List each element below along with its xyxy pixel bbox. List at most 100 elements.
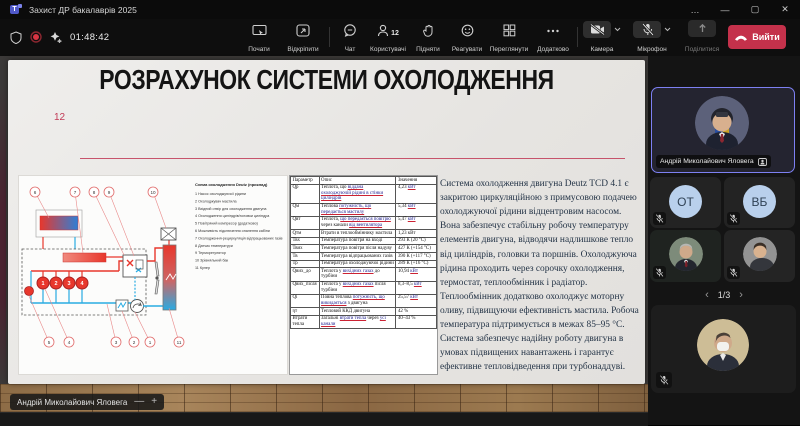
window-close-button[interactable]: ✕ xyxy=(770,0,800,19)
svg-text:8 Датчик температури: 8 Датчик температури xyxy=(195,244,233,248)
hangup-icon xyxy=(734,33,748,41)
participants-button[interactable]: 12 Користувачі xyxy=(366,22,410,53)
participant-tile[interactable]: ВБ xyxy=(724,177,795,228)
avatar xyxy=(743,237,777,271)
raise-hand-button[interactable]: Підняти xyxy=(410,22,446,53)
stage-bottom-strip xyxy=(0,412,648,426)
svg-text:10 Зрівняльний бак: 10 Зрівняльний бак xyxy=(195,259,229,263)
mic-muted-icon xyxy=(727,212,740,225)
svg-text:10: 10 xyxy=(150,190,156,195)
more-button[interactable]: Додатково xyxy=(532,22,574,53)
svg-text:6 Можливість підключення опал: 6 Можливість підключення опалення кабіни xyxy=(195,229,270,233)
svg-text:9 Терморегулятор: 9 Терморегулятор xyxy=(195,251,226,255)
toolbar-divider xyxy=(577,27,578,47)
tiles-pagination: ‹ 1/3 › xyxy=(648,287,800,302)
pagination-label: 1/3 xyxy=(718,290,731,300)
svg-text:2: 2 xyxy=(133,340,136,345)
avatar xyxy=(669,237,703,271)
camera-button[interactable]: Камера xyxy=(580,22,624,53)
participant-name-tag: Андрій Миколайович Яловега xyxy=(656,155,771,168)
react-button[interactable]: Реагувати xyxy=(446,22,488,53)
participant-tile-active[interactable]: Андрій Миколайович Яловега xyxy=(651,87,795,173)
svg-text:2 Охолоджувач мастила: 2 Охолоджувач мастила xyxy=(195,199,238,203)
slide-table: ПараметрОписЗначенняQрТеплота, що віддан… xyxy=(289,175,438,375)
svg-text:11 Кулер: 11 Кулер xyxy=(195,266,210,270)
svg-text:3: 3 xyxy=(67,281,70,287)
svg-text:1 Насос охолоджуючої рідини: 1 Насос охолоджуючої рідини xyxy=(195,192,246,196)
zoom-out-button[interactable]: — xyxy=(134,397,144,407)
svg-text:7 Охолодження-рециркуляція ві: 7 Охолодження-рециркуляція відпрацьовани… xyxy=(195,236,282,240)
svg-text:6: 6 xyxy=(34,190,37,195)
mic-off-icon xyxy=(633,21,661,38)
participant-tile[interactable]: ОТ xyxy=(650,177,721,228)
chevron-down-icon[interactable] xyxy=(664,27,671,32)
participant-tile-large[interactable] xyxy=(651,305,796,393)
present-screen-icon xyxy=(252,22,267,37)
unpin-icon xyxy=(296,22,310,37)
mic-muted-icon xyxy=(727,266,740,279)
cooling-diagram: 1234 xyxy=(18,175,288,375)
mic-muted-icon xyxy=(653,266,666,279)
svg-text:2: 2 xyxy=(54,281,57,287)
slide-body-text: Система охолодження двигуна Deutz TCD 4.… xyxy=(440,177,641,375)
chat-icon xyxy=(343,22,357,37)
chat-button[interactable]: Чат xyxy=(334,22,366,53)
svg-text:3: 3 xyxy=(115,340,118,345)
mic-muted-icon xyxy=(653,212,666,225)
camera-off-icon xyxy=(583,21,611,38)
avatar-initials: ОТ xyxy=(669,185,702,218)
avatar-initials: ВБ xyxy=(743,185,776,218)
slide-number: 12 xyxy=(54,112,65,123)
teams-logo-icon: T xyxy=(10,4,21,15)
mic-muted-icon xyxy=(656,372,672,388)
start-present-button[interactable]: Почати xyxy=(238,22,280,53)
shared-screen-stage: РОЗРАХУНОК СИСТЕМИ ОХОЛОДЖЕННЯ 12 xyxy=(0,56,648,425)
svg-text:7: 7 xyxy=(74,190,77,195)
svg-text:1: 1 xyxy=(149,340,152,345)
svg-text:3 Вхідний отвір для охолоджен: 3 Вхідний отвір для охолодження двигуна xyxy=(195,207,267,211)
pagination-next-button[interactable]: › xyxy=(739,289,743,301)
toolbar-divider xyxy=(329,27,330,47)
pagination-prev-button[interactable]: ‹ xyxy=(705,289,709,301)
smiley-icon xyxy=(461,22,474,37)
presentation-slide: РОЗРАХУНОК СИСТЕМИ ОХОЛОДЖЕННЯ 12 xyxy=(8,60,645,384)
shield-icon xyxy=(10,31,22,44)
share-button[interactable]: Поділитися xyxy=(682,22,722,53)
meeting-toolbar: 01:48:42 Почати Відкріпити Чат 12 Корист… xyxy=(0,19,800,57)
share-icon xyxy=(688,20,716,37)
unpin-button[interactable]: Відкріпити xyxy=(280,22,326,53)
participant-tile[interactable] xyxy=(650,230,721,282)
svg-text:8: 8 xyxy=(93,190,96,195)
svg-text:5 Повітряний компресор (додат: 5 Повітряний компресор (додатково) xyxy=(195,222,258,226)
chevron-down-icon[interactable] xyxy=(614,27,621,32)
sparkle-icon[interactable] xyxy=(50,31,62,43)
window-maximize-button[interactable]: ▢ xyxy=(740,0,770,19)
microphone-button[interactable]: Мікрофон xyxy=(628,22,676,53)
meeting-timer: 01:48:42 xyxy=(70,32,109,43)
avatar xyxy=(695,96,749,150)
svg-text:5: 5 xyxy=(48,340,51,345)
presenter-name: Андрій Миколайович Яловега xyxy=(17,398,127,407)
ellipsis-icon xyxy=(546,22,560,37)
participant-tile[interactable] xyxy=(724,230,795,282)
slide-title: РОЗРАХУНОК СИСТЕМИ ОХОЛОДЖЕННЯ xyxy=(65,64,587,96)
slide-accent-rule xyxy=(80,158,625,159)
participants-icon xyxy=(377,24,390,37)
window-title: Захист ДР бакалаврів 2025 xyxy=(29,5,137,15)
leave-button[interactable]: Вийти xyxy=(728,25,786,49)
svg-text:1: 1 xyxy=(41,281,44,287)
window-more-button[interactable]: … xyxy=(680,0,710,19)
participants-sidebar: Андрій Миколайович Яловега ОТ ВБ xyxy=(648,56,800,425)
stage-edge-accent xyxy=(0,86,6,386)
zoom-in-button[interactable]: + xyxy=(151,397,157,407)
raise-hand-icon xyxy=(422,22,435,37)
svg-text:9: 9 xyxy=(108,190,111,195)
svg-text:11: 11 xyxy=(177,340,182,345)
view-button[interactable]: Переглянути xyxy=(485,22,533,53)
spotlight-icon xyxy=(758,158,767,166)
window-minimize-button[interactable]: — xyxy=(710,0,740,19)
window-titlebar: T Захист ДР бакалаврів 2025 … — ▢ ✕ xyxy=(0,0,800,19)
recording-icon xyxy=(30,31,42,43)
svg-text:Схема охолодження Deutz (прикл: Схема охолодження Deutz (приклад) xyxy=(195,182,268,187)
avatar xyxy=(697,319,749,371)
